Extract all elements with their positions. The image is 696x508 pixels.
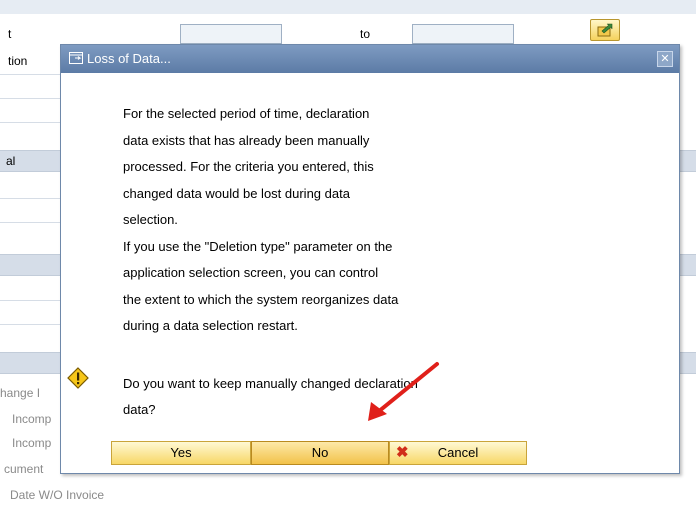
message-line: For the selected period of time, declara…	[123, 106, 370, 121]
cancel-button-label: Cancel	[437, 445, 479, 460]
no-button[interactable]: No	[251, 441, 389, 465]
dialog-titlebar[interactable]: Loss of Data... ✕	[61, 45, 679, 73]
message-line: during a data selection restart.	[123, 318, 298, 333]
cancel-x-icon: ✖	[396, 444, 409, 461]
to-field[interactable]	[412, 24, 514, 44]
section-bar-right	[680, 150, 696, 172]
question-line: data?	[123, 402, 156, 417]
yes-button-label: Yes	[170, 445, 192, 460]
to-label: to	[360, 27, 371, 41]
message-line: processed. For the criteria you entered,…	[123, 159, 374, 174]
loss-of-data-dialog: Loss of Data... ✕ For the selected perio…	[60, 44, 680, 474]
section-bar-3-left	[0, 352, 60, 374]
section-bar-2-right	[680, 254, 696, 276]
yes-button[interactable]: Yes	[111, 441, 251, 465]
message-line: selection.	[123, 212, 178, 227]
bg-lower-label-4: cument	[4, 462, 44, 476]
bg-label-2: tion	[8, 54, 28, 68]
bg-label-1: t	[8, 27, 12, 41]
close-icon[interactable]: ✕	[657, 51, 673, 67]
message-line: If you use the "Deletion type" parameter…	[123, 238, 393, 254]
dialog-message: For the selected period of time, declara…	[123, 101, 523, 340]
message-line: the extent to which the system reorganiz…	[123, 291, 399, 307]
bg-lower-label-5: Date W/O Invoice	[10, 488, 105, 502]
window-icon	[69, 52, 83, 64]
section-label: al	[6, 154, 16, 168]
section-bar-left: al	[0, 150, 60, 172]
message-line: application selection screen, you can co…	[123, 265, 379, 280]
bg-lower-label-1: hange I	[0, 386, 41, 400]
export-icon	[597, 23, 613, 37]
message-line: data exists that has already been manual…	[123, 132, 370, 148]
export-button[interactable]	[590, 19, 620, 41]
question-line: Do you want to keep manually changed dec…	[123, 376, 418, 391]
from-field[interactable]	[180, 24, 282, 44]
dialog-title: Loss of Data...	[87, 51, 171, 66]
warning-icon	[67, 367, 89, 389]
top-band	[0, 0, 696, 14]
dialog-question: Do you want to keep manually changed dec…	[123, 371, 523, 423]
no-button-label: No	[311, 445, 329, 460]
section-bar-2-left	[0, 254, 60, 276]
message-line: changed data would be lost during data	[123, 185, 350, 201]
bg-lower-label-2: Incomp	[12, 412, 52, 426]
section-bar-3-right	[680, 352, 696, 374]
bg-lower-label-3: Incomp	[12, 436, 52, 450]
cancel-button[interactable]: ✖ Cancel	[389, 441, 527, 465]
